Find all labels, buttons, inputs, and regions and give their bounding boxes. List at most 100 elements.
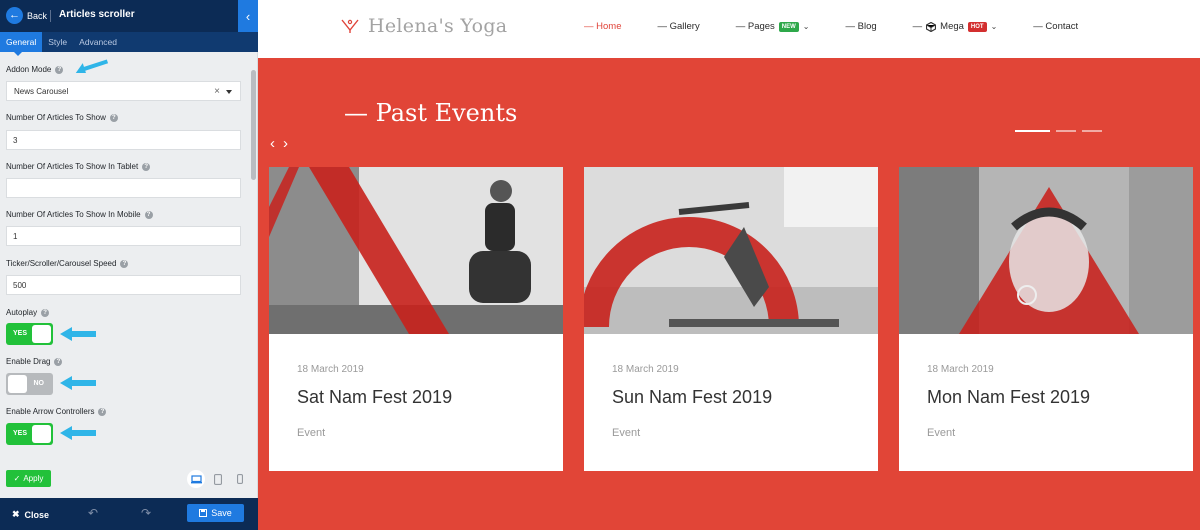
help-icon[interactable]: ? <box>54 357 63 366</box>
arrow-controllers-label-text: Enable Arrow Controllers <box>6 407 95 416</box>
nav-item-mega[interactable]: — Mega HOT ⌄ <box>913 21 998 32</box>
desktop-view-button[interactable] <box>187 470 205 488</box>
floppy-disk-icon <box>199 509 208 517</box>
clear-icon[interactable]: × <box>214 86 220 97</box>
apply-button[interactable]: ✓ Apply <box>6 470 51 487</box>
app: ← Back Articles scroller ‹ General Style… <box>0 0 1200 530</box>
event-card[interactable]: 18 March 2019 Sat Nam Fest 2019 Event <box>269 167 563 471</box>
help-icon[interactable]: ? <box>55 65 64 74</box>
chevron-down-icon: ⌄ <box>802 22 810 31</box>
nav-item-pages[interactable]: — Pages NEW ⌄ <box>736 21 810 32</box>
tab-advanced[interactable]: Advanced <box>73 32 123 52</box>
mobile-icon <box>237 474 243 484</box>
help-icon[interactable]: ? <box>142 162 151 171</box>
card-category[interactable]: Event <box>612 427 640 439</box>
nav-label: — Contact <box>1033 21 1079 32</box>
articles-tablet-label-text: Number Of Articles To Show In Tablet <box>6 162 139 171</box>
tablet-icon <box>214 473 222 485</box>
event-photo-seated-yoga <box>269 167 563 334</box>
panel-tabs: General Style Advanced <box>0 32 258 56</box>
site-preview: Helena's Yoga — Home — Gallery — Pages N… <box>258 0 1200 530</box>
pointer-arrow-icon <box>74 59 109 73</box>
speed-label-text: Ticker/Scroller/Carousel Speed <box>6 259 117 268</box>
articles-to-show-input[interactable]: 3 <box>6 130 241 150</box>
event-card[interactable]: 18 March 2019 Mon Nam Fest 2019 Event <box>899 167 1193 471</box>
enable-drag-label-text: Enable Drag <box>6 357 51 366</box>
card-title[interactable]: Sun Nam Fest 2019 <box>612 387 772 408</box>
articles-to-show-label-text: Number Of Articles To Show <box>6 113 106 122</box>
event-card[interactable]: 18 March 2019 Sun Nam Fest 2019 Event <box>584 167 878 471</box>
articles-tablet-label: Number Of Articles To Show In Tablet ? <box>6 162 151 171</box>
carousel-dot[interactable] <box>1082 130 1102 132</box>
nav-label: — Gallery <box>657 21 700 32</box>
tab-style[interactable]: Style <box>42 32 73 52</box>
nav-label: — Blog <box>845 21 877 32</box>
card-date: 18 March 2019 <box>612 364 679 375</box>
help-icon[interactable]: ? <box>98 407 107 416</box>
chevron-down-icon[interactable] <box>226 90 232 94</box>
toggle-state: YES <box>13 330 28 337</box>
carousel-dot[interactable] <box>1056 130 1076 132</box>
chevron-left-icon[interactable]: ‹ <box>270 135 275 152</box>
main-nav: — Home — Gallery — Pages NEW ⌄ — Blog — … <box>584 21 1114 32</box>
help-icon[interactable]: ? <box>41 308 50 317</box>
card-category[interactable]: Event <box>297 427 325 439</box>
tab-general[interactable]: General <box>0 32 43 56</box>
articles-tablet-input[interactable] <box>6 178 241 198</box>
save-button[interactable]: Save <box>187 504 244 522</box>
past-events-section: — Past Events ‹ › 18 March 2019 Sat Nam … <box>258 58 1200 530</box>
close-button[interactable]: ✖ Close <box>12 509 49 520</box>
arrow-controllers-label: Enable Arrow Controllers ? <box>6 407 107 416</box>
help-icon[interactable]: ? <box>144 210 153 219</box>
close-label: Close <box>24 509 50 520</box>
new-badge: NEW <box>778 21 799 32</box>
site-header: Helena's Yoga — Home — Gallery — Pages N… <box>258 0 1200 58</box>
redo-icon[interactable]: ↷ <box>141 506 151 520</box>
nav-item-gallery[interactable]: — Gallery <box>657 21 699 32</box>
nav-label: — Pages <box>735 21 775 32</box>
card-title[interactable]: Sat Nam Fest 2019 <box>297 387 452 408</box>
card-category[interactable]: Event <box>927 427 955 439</box>
collapse-panel-button[interactable]: ‹ <box>238 0 258 32</box>
pointer-arrow-icon <box>60 376 96 390</box>
chevron-right-icon[interactable]: › <box>283 135 288 152</box>
autoplay-toggle[interactable]: YES <box>6 323 53 345</box>
enable-drag-toggle[interactable]: NO <box>6 373 53 395</box>
undo-icon[interactable]: ↶ <box>88 506 98 520</box>
speed-input[interactable]: 500 <box>6 275 241 295</box>
nav-label: — <box>912 21 923 32</box>
toggle-knob <box>32 325 51 343</box>
nav-item-contact[interactable]: — Contact <box>1033 21 1078 32</box>
nav-item-blog[interactable]: — Blog <box>846 21 877 32</box>
card-title[interactable]: Mon Nam Fest 2019 <box>927 387 1090 408</box>
nav-item-home[interactable]: — Home <box>584 21 621 32</box>
hot-badge: HOT <box>967 21 987 32</box>
help-icon[interactable]: ? <box>109 113 118 122</box>
section-title: — Past Events <box>344 99 518 127</box>
nav-label: — Home <box>584 21 622 32</box>
close-icon: ✖ <box>12 509 20 519</box>
save-label: Save <box>211 508 232 518</box>
yoga-logo-icon <box>341 19 359 33</box>
articles-mobile-input[interactable]: 1 <box>6 226 241 246</box>
help-icon[interactable]: ? <box>120 259 129 268</box>
arrow-controllers-toggle[interactable]: YES <box>6 423 53 445</box>
addon-mode-select[interactable]: News Carousel × <box>6 81 241 101</box>
event-photo-smiling-woman <box>899 167 1193 334</box>
pointer-arrow-icon <box>60 426 96 440</box>
articles-mobile-label-text: Number Of Articles To Show In Mobile <box>6 210 141 219</box>
toggle-state: YES <box>13 430 28 437</box>
carousel-dots <box>1015 130 1102 132</box>
logo-text: Helena's Yoga <box>368 15 508 37</box>
panel-scrollbar[interactable] <box>251 70 256 180</box>
chevron-left-icon: ‹ <box>245 8 251 24</box>
mobile-view-button[interactable] <box>231 470 249 488</box>
panel-footer: ✖ Close ↶ ↷ Save <box>0 498 258 530</box>
back-button[interactable]: ← Back <box>6 7 47 24</box>
carousel-dot[interactable] <box>1015 130 1050 132</box>
addon-mode-value: News Carousel <box>14 86 69 96</box>
site-logo[interactable]: Helena's Yoga <box>340 15 507 37</box>
tablet-view-button[interactable] <box>209 470 227 488</box>
addon-mode-label: Addon Mode ? <box>6 65 64 74</box>
check-icon: ✓ <box>13 474 21 483</box>
